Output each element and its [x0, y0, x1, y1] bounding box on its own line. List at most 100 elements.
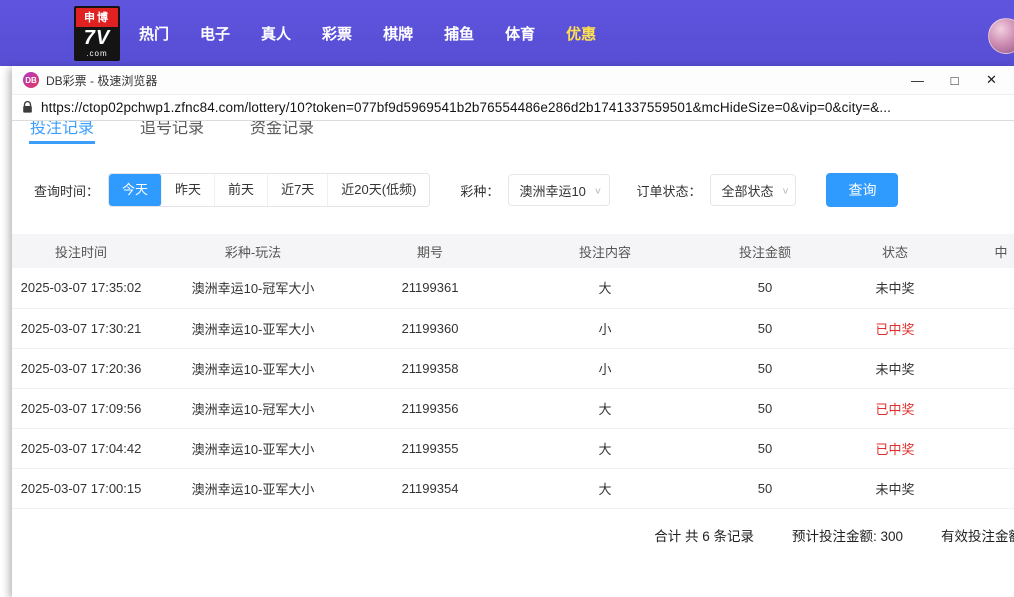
bet-prize-cell	[966, 388, 1014, 428]
site-logo[interactable]: 申博 7V .com	[74, 6, 120, 61]
nav-item-promotions[interactable]: 优惠	[566, 23, 596, 44]
time-option-20days[interactable]: 近20天(低频)	[328, 174, 429, 206]
bet-status-cell: 已中奖	[824, 388, 966, 428]
table-row: 2025-03-07 17:04:42澳洲幸运10-亚军大小21199355大5…	[12, 428, 1014, 468]
summary-expected-amount: 预计投注金额: 300	[792, 525, 903, 545]
bet-issue-cell: 21199355	[356, 428, 504, 468]
bet-amount-cell: 50	[706, 468, 824, 508]
table-row: 2025-03-07 17:00:15澳洲幸运10-亚军大小21199354大5…	[12, 468, 1014, 508]
nav-item-sports[interactable]: 体育	[505, 23, 535, 44]
bet-issue-cell: 21199358	[356, 348, 504, 388]
header-prize: 中	[966, 234, 1014, 268]
bet-amount-cell: 50	[706, 308, 824, 348]
minimize-button[interactable]: —	[899, 67, 936, 93]
order-status-select[interactable]: 全部状态 ∨	[710, 174, 796, 206]
bet-time-cell: 2025-03-07 17:20:36	[12, 348, 150, 388]
window-title-bar: DB DB彩票 - 极速浏览器 — □ ✕	[12, 66, 1014, 94]
bet-amount-cell: 50	[706, 388, 824, 428]
nav-item-hot[interactable]: 热门	[139, 23, 169, 44]
status-select-value: 全部状态	[721, 181, 773, 200]
bet-issue-cell: 21199361	[356, 268, 504, 308]
header-content: 投注内容	[504, 234, 706, 268]
time-option-daybefore[interactable]: 前天	[215, 174, 268, 206]
bet-issue-cell: 21199354	[356, 468, 504, 508]
bet-status-cell: 未中奖	[824, 468, 966, 508]
url-text: https://ctop02pchwp1.zfnc84.com/lottery/…	[41, 100, 891, 115]
lock-icon	[22, 101, 33, 114]
bet-amount-cell: 50	[706, 268, 824, 308]
bet-issue-cell: 21199356	[356, 388, 504, 428]
bet-game-cell: 澳洲幸运10-亚军大小	[150, 468, 356, 508]
summary-total: 合计 共 6 条记录	[654, 525, 754, 545]
bet-game-cell: 澳洲幸运10-冠军大小	[150, 268, 356, 308]
nav-item-boardgames[interactable]: 棋牌	[383, 23, 413, 44]
header-game: 彩种-玩法	[150, 234, 356, 268]
lottery-select[interactable]: 澳洲幸运10 ∨	[508, 174, 610, 206]
bet-table-body: 2025-03-07 17:35:02澳洲幸运10-冠军大小21199361大5…	[12, 268, 1014, 508]
lottery-select-value: 澳洲幸运10	[519, 181, 585, 200]
nav-menu: 热门 电子 真人 彩票 棋牌 捕鱼 体育 优惠	[139, 0, 596, 66]
maximize-button[interactable]: □	[936, 67, 973, 93]
bet-content-cell: 大	[504, 468, 706, 508]
bet-content-cell: 大	[504, 268, 706, 308]
search-button[interactable]: 查询	[826, 173, 898, 207]
bet-game-cell: 澳洲幸运10-冠军大小	[150, 388, 356, 428]
table-row: 2025-03-07 17:35:02澳洲幸运10-冠军大小21199361大5…	[12, 268, 1014, 308]
logo-sub: .com	[76, 49, 118, 58]
logo-tag: 申博	[76, 8, 118, 27]
bet-time-cell: 2025-03-07 17:30:21	[12, 308, 150, 348]
logo-main: 7V	[76, 27, 118, 49]
bet-prize-cell	[966, 308, 1014, 348]
header-bet-time: 投注时间	[12, 234, 150, 268]
time-option-yesterday[interactable]: 昨天	[162, 174, 215, 206]
bet-amount-cell: 50	[706, 348, 824, 388]
header-status: 状态	[824, 234, 966, 268]
lottery-filter-label: 彩种：	[460, 181, 499, 200]
tab-chase-records[interactable]: 追号记录	[139, 121, 205, 145]
time-filter-group: 今天 昨天 前天 近7天 近20天(低频)	[108, 173, 430, 207]
bet-content-cell: 大	[504, 428, 706, 468]
table-row: 2025-03-07 17:20:36澳洲幸运10-亚军大小21199358小5…	[12, 348, 1014, 388]
window-title: DB彩票 - 极速浏览器	[46, 72, 157, 89]
bet-content-cell: 小	[504, 308, 706, 348]
chevron-down-icon: ∨	[781, 185, 789, 195]
bet-game-cell: 澳洲幸运10-亚军大小	[150, 428, 356, 468]
bet-content-cell: 大	[504, 388, 706, 428]
table-header-row: 投注时间 彩种-玩法 期号 投注内容 投注金额 状态 中	[12, 234, 1014, 268]
tab-fund-records[interactable]: 资金记录	[249, 121, 315, 145]
header-amount: 投注金额	[706, 234, 824, 268]
table-row: 2025-03-07 17:09:56澳洲幸运10-冠军大小21199356大5…	[12, 388, 1014, 428]
app-icon: DB	[23, 72, 39, 88]
user-avatar[interactable]	[988, 18, 1014, 54]
bet-time-cell: 2025-03-07 17:09:56	[12, 388, 150, 428]
browser-window: DB DB彩票 - 极速浏览器 — □ ✕ https://ctop02pchw…	[12, 66, 1014, 597]
time-filter-label: 查询时间：	[34, 181, 99, 200]
bet-time-cell: 2025-03-07 17:35:02	[12, 268, 150, 308]
nav-item-fishing[interactable]: 捕鱼	[444, 23, 474, 44]
bet-status-cell: 已中奖	[824, 308, 966, 348]
close-button[interactable]: ✕	[973, 67, 1010, 93]
status-filter-label: 订单状态：	[636, 181, 701, 200]
summary-valid-amount: 有效投注金额	[941, 525, 1014, 545]
bet-game-cell: 澳洲幸运10-亚军大小	[150, 308, 356, 348]
bet-content-cell: 小	[504, 348, 706, 388]
bet-issue-cell: 21199360	[356, 308, 504, 348]
nav-item-lottery[interactable]: 彩票	[322, 23, 352, 44]
bet-game-cell: 澳洲幸运10-亚军大小	[150, 348, 356, 388]
chevron-down-icon: ∨	[594, 185, 602, 195]
time-option-7days[interactable]: 近7天	[268, 174, 328, 206]
record-tabs: 投注记录 追号记录 资金记录	[12, 121, 1014, 145]
bet-status-cell: 未中奖	[824, 268, 966, 308]
tab-bet-records[interactable]: 投注记录	[29, 121, 95, 145]
table-summary: 合计 共 6 条记录 预计投注金额: 300 有效投注金额	[12, 509, 1014, 545]
bet-prize-cell	[966, 468, 1014, 508]
address-bar[interactable]: https://ctop02pchwp1.zfnc84.com/lottery/…	[12, 94, 1014, 121]
bet-status-cell: 已中奖	[824, 428, 966, 468]
nav-item-electronic[interactable]: 电子	[200, 23, 230, 44]
top-nav: 申博 7V .com 热门 电子 真人 彩票 棋牌 捕鱼 体育 优惠	[0, 0, 1014, 66]
nav-item-live[interactable]: 真人	[261, 23, 291, 44]
bet-prize-cell	[966, 348, 1014, 388]
table-row: 2025-03-07 17:30:21澳洲幸运10-亚军大小21199360小5…	[12, 308, 1014, 348]
time-option-today[interactable]: 今天	[109, 174, 162, 206]
bet-records-table: 投注时间 彩种-玩法 期号 投注内容 投注金额 状态 中 2025-03-07 …	[12, 234, 1014, 509]
